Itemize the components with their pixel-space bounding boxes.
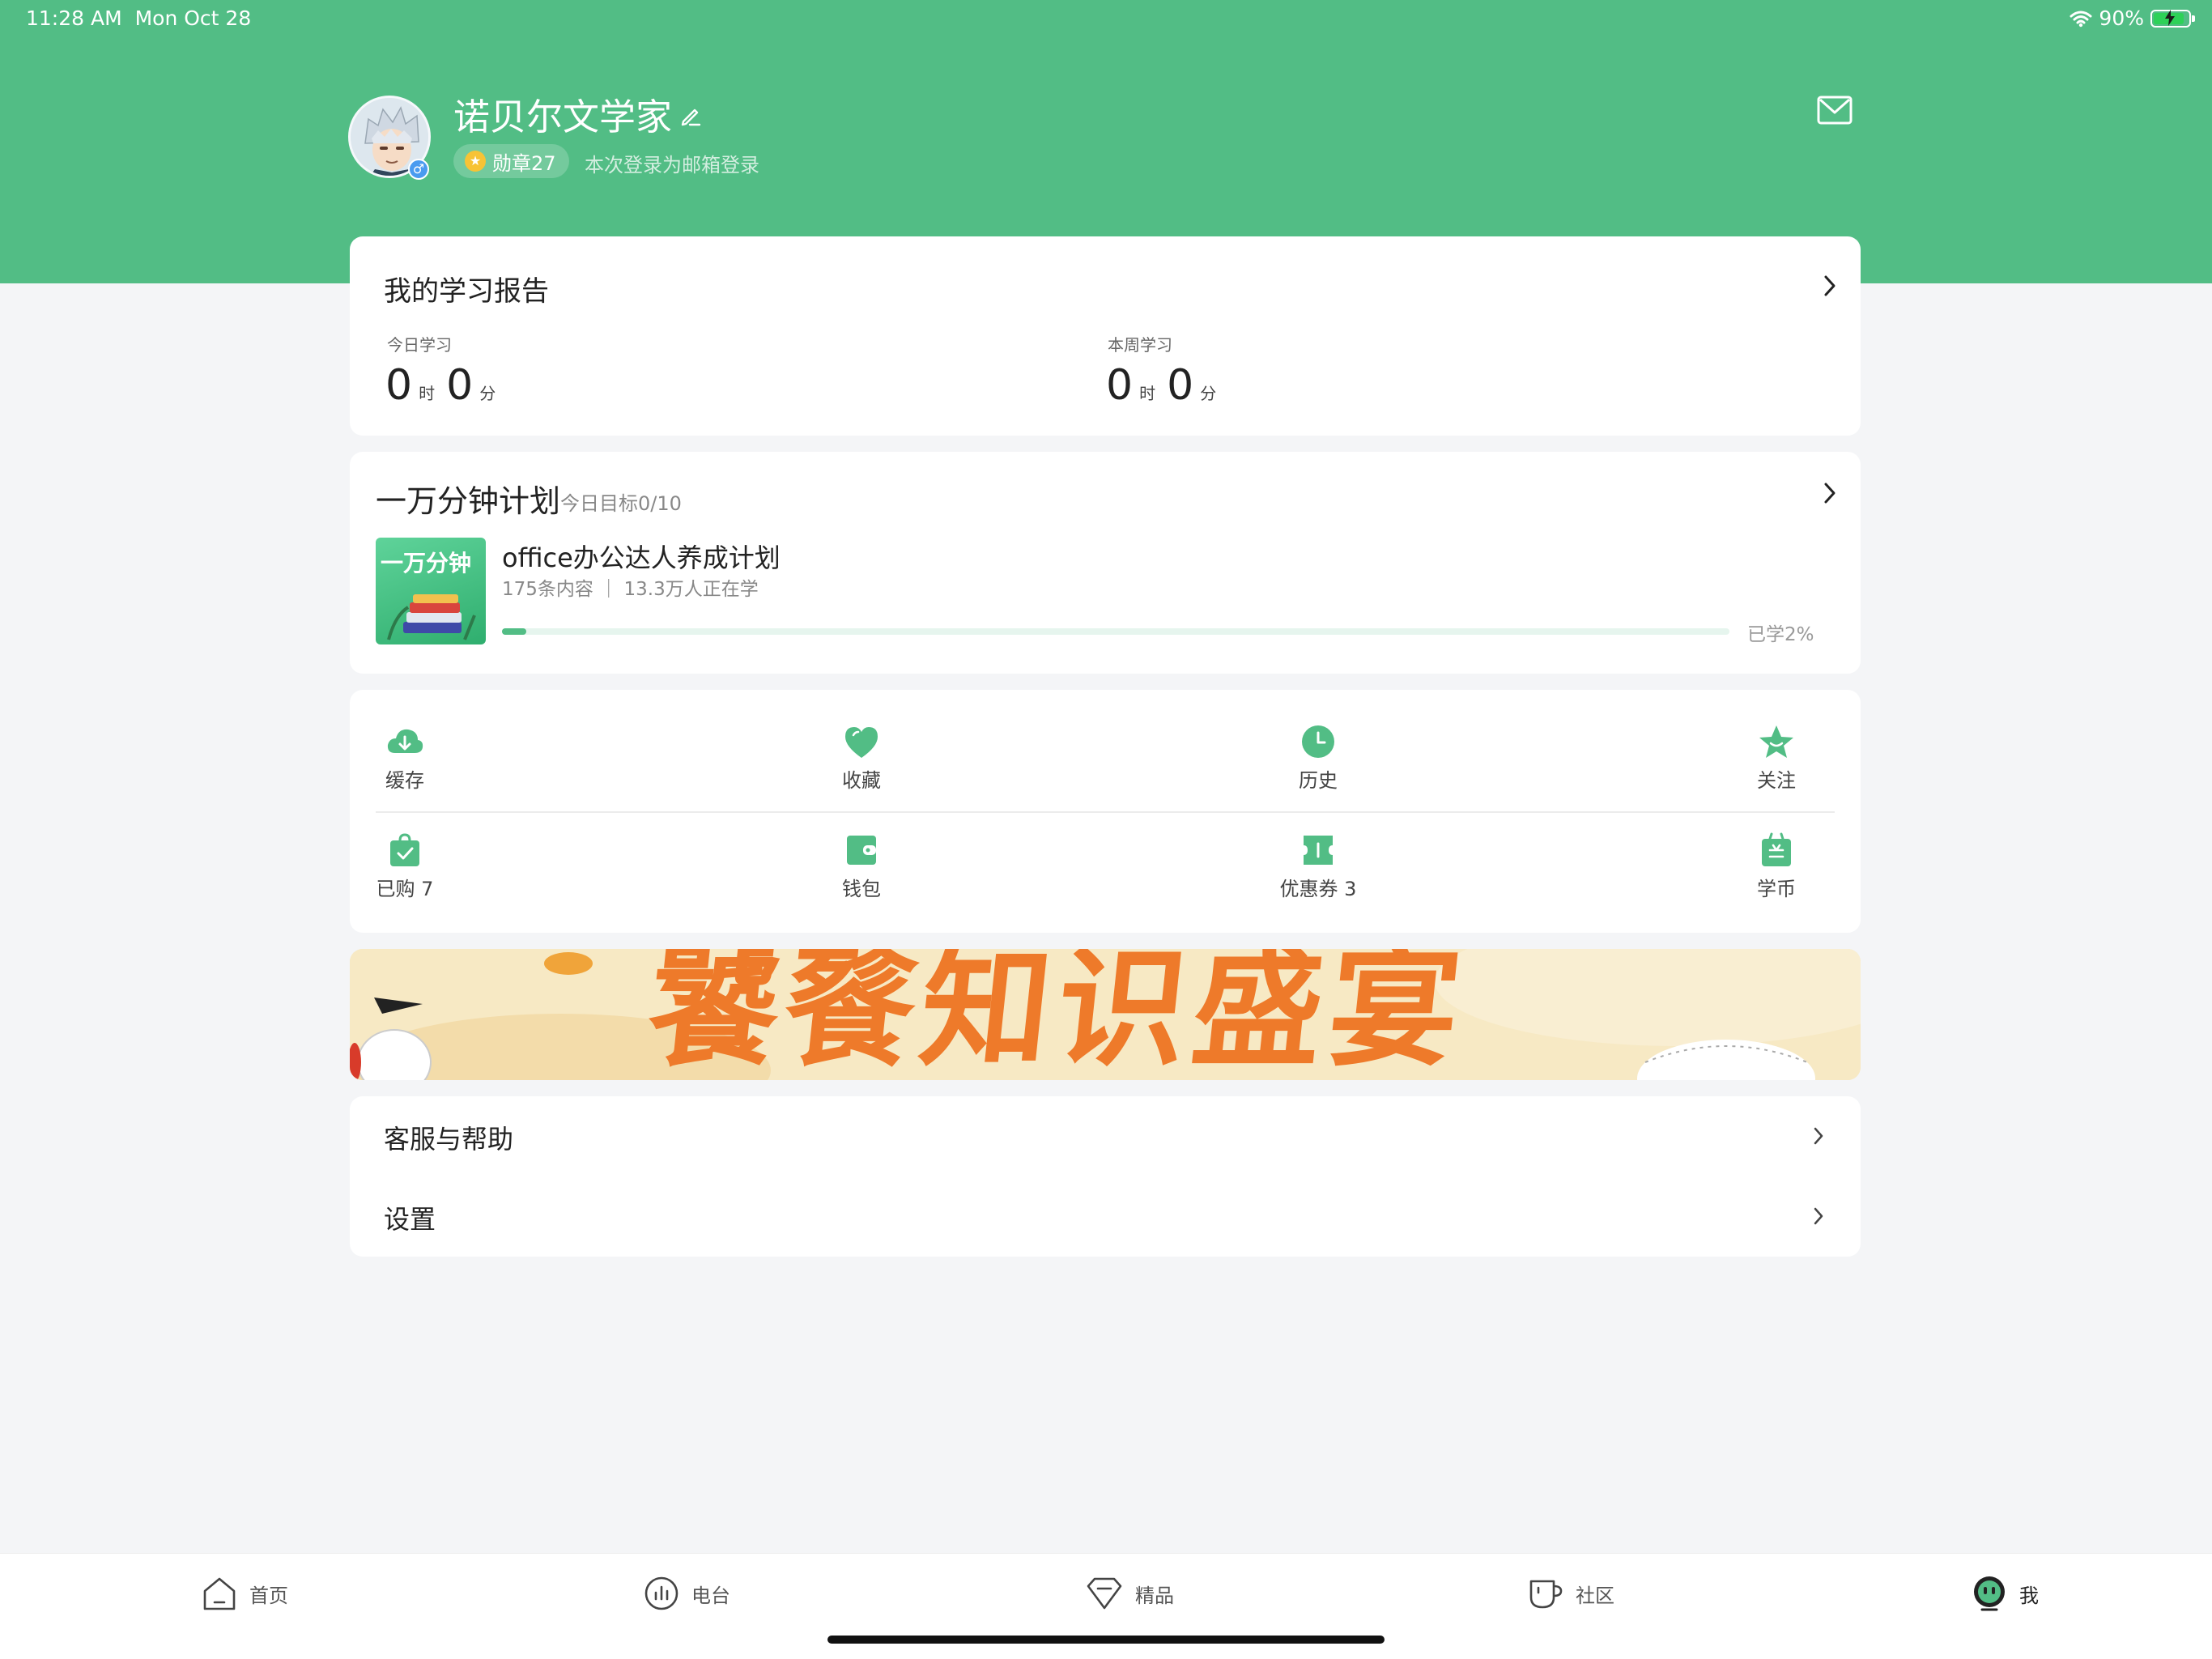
shortcut-cache[interactable]: 缓存 [324, 724, 486, 793]
promo-banner[interactable]: 饕餮知识盛宴 [350, 949, 1861, 1080]
week-study-duration: 0 时 0 分 [1106, 364, 1227, 406]
chevron-right-icon[interactable] [1822, 481, 1838, 505]
tab-me[interactable]: 我 [1971, 1575, 2039, 1612]
shortcut-favorites-label: 收藏 [842, 769, 881, 792]
menu-item-label: 客服与帮助 [384, 1124, 514, 1155]
home-icon [203, 1577, 236, 1610]
shortcut-purchased-label: 已购 7 [376, 878, 434, 900]
medal-star-icon: ★ [465, 151, 486, 172]
chevron-right-icon [1814, 1127, 1823, 1145]
banner-title: 饕餮知识盛宴 [641, 949, 1474, 1080]
course-name[interactable]: office办公达人养成计划 [502, 538, 781, 575]
status-bar-right: 90% [2069, 6, 2195, 30]
shortcut-purchased[interactable]: 已购 7 [324, 832, 486, 901]
tab-radio[interactable]: 电台 [643, 1575, 730, 1612]
books-illustration [387, 594, 476, 640]
today-study-label: 今日学习 [387, 335, 452, 355]
mail-icon[interactable] [1817, 96, 1853, 125]
tab-home-label: 首页 [249, 1584, 288, 1607]
shortcut-grid-card: 缓存 收藏 历史 关注 已购 7 钱包 优惠券 3 学币 [350, 690, 1861, 933]
shopping-bag-icon [390, 833, 419, 866]
shortcut-favorites[interactable]: 收藏 [781, 724, 942, 793]
radio-icon [644, 1576, 678, 1610]
settings-menu-card: 客服与帮助 设置 [350, 1096, 1861, 1257]
minutes-unit: 分 [1200, 384, 1217, 403]
tab-community[interactable]: 社区 [1527, 1575, 1614, 1612]
chevron-right-icon [1814, 1207, 1823, 1225]
menu-item-customer-service[interactable]: 客服与帮助 [350, 1096, 1861, 1176]
course-cover-text: 一万分钟 [381, 550, 472, 576]
shortcut-coins[interactable]: 学币 [1695, 832, 1857, 901]
study-report-title: 我的学习报告 [384, 275, 549, 308]
shortcut-history-label: 历史 [1299, 769, 1338, 792]
wifi-icon [2069, 11, 2092, 27]
shortcut-cache-label: 缓存 [385, 769, 424, 792]
battery-percent: 90% [2099, 6, 2144, 30]
status-date: Mon Oct 28 [134, 6, 252, 30]
week-hours: 0 [1106, 361, 1134, 410]
plan-title: 一万分钟计划 [376, 483, 561, 519]
today-study-duration: 0 时 0 分 [385, 364, 507, 406]
today-minutes: 0 [446, 361, 474, 410]
me-icon [1974, 1576, 2005, 1611]
hours-unit: 时 [1139, 384, 1156, 403]
wallet-icon [847, 836, 876, 865]
edit-icon[interactable] [678, 104, 703, 128]
star-icon [1759, 725, 1793, 758]
ten-thousand-minute-plan-card[interactable]: 一万分钟计划 今日目标0/10 一万分钟 office办公达人养成计划 175条… [350, 452, 1861, 674]
gender-male-icon: ♂ [408, 159, 429, 180]
shortcut-wallet-label: 钱包 [842, 878, 881, 900]
shortcut-coupons-label: 优惠券 3 [1279, 878, 1357, 900]
course-progress-label: 已学2% [1747, 624, 1814, 645]
shortcut-coupons[interactable]: 优惠券 3 [1237, 832, 1399, 901]
grid-divider [376, 811, 1835, 813]
medal-badge[interactable]: ★ 勋章27 [453, 144, 569, 178]
chevron-right-icon[interactable] [1822, 274, 1838, 298]
course-progress-fill [502, 628, 527, 635]
course-meta: 175条内容 ｜ 13.3万人正在学 [502, 579, 759, 600]
tab-home[interactable]: 首页 [201, 1575, 288, 1612]
study-report-card[interactable]: 我的学习报告 今日学习 0 时 0 分 本周学习 0 时 0 分 [350, 236, 1861, 436]
login-method-note: 本次登录为邮箱登录 [585, 154, 759, 177]
tab-me-label: 我 [2019, 1584, 2039, 1607]
username[interactable]: 诺贝尔文学家 [453, 87, 672, 140]
today-hours: 0 [385, 361, 413, 410]
week-study-label: 本周学习 [1108, 335, 1172, 355]
menu-item-settings[interactable]: 设置 [350, 1176, 1861, 1257]
home-indicator[interactable] [827, 1636, 1385, 1644]
cup-icon [1529, 1580, 1563, 1609]
shortcut-wallet[interactable]: 钱包 [781, 832, 942, 901]
cloud-download-icon [387, 729, 423, 753]
status-time: 11:28 AM [26, 6, 122, 30]
tab-community-label: 社区 [1576, 1584, 1614, 1607]
status-bar-time: 11:28 AM Mon Oct 28 [26, 6, 251, 30]
course-cover-image[interactable]: 一万分钟 [376, 538, 486, 644]
shortcut-history[interactable]: 历史 [1237, 724, 1399, 793]
coupon-icon [1304, 836, 1333, 865]
tab-featured-label: 精品 [1135, 1584, 1174, 1607]
plan-daily-goal: 今日目标0/10 [560, 492, 682, 515]
charging-bolt-icon [2165, 9, 2175, 26]
shortcut-coins-label: 学币 [1757, 878, 1796, 900]
menu-item-label: 设置 [384, 1204, 436, 1235]
course-progress-bar [502, 628, 1729, 635]
shortcut-following-label: 关注 [1757, 769, 1796, 792]
clock-icon [1302, 725, 1334, 758]
battery-icon [2150, 9, 2195, 28]
minutes-unit: 分 [479, 384, 496, 403]
coin-icon [1762, 832, 1791, 866]
diamond-icon [1087, 1577, 1122, 1610]
medal-count: 勋章27 [492, 151, 556, 175]
shortcut-following[interactable]: 关注 [1695, 724, 1857, 793]
tab-featured[interactable]: 精品 [1085, 1575, 1174, 1612]
tab-radio-label: 电台 [691, 1584, 730, 1607]
hours-unit: 时 [419, 384, 436, 403]
week-minutes: 0 [1167, 361, 1194, 410]
heart-icon [845, 727, 878, 758]
